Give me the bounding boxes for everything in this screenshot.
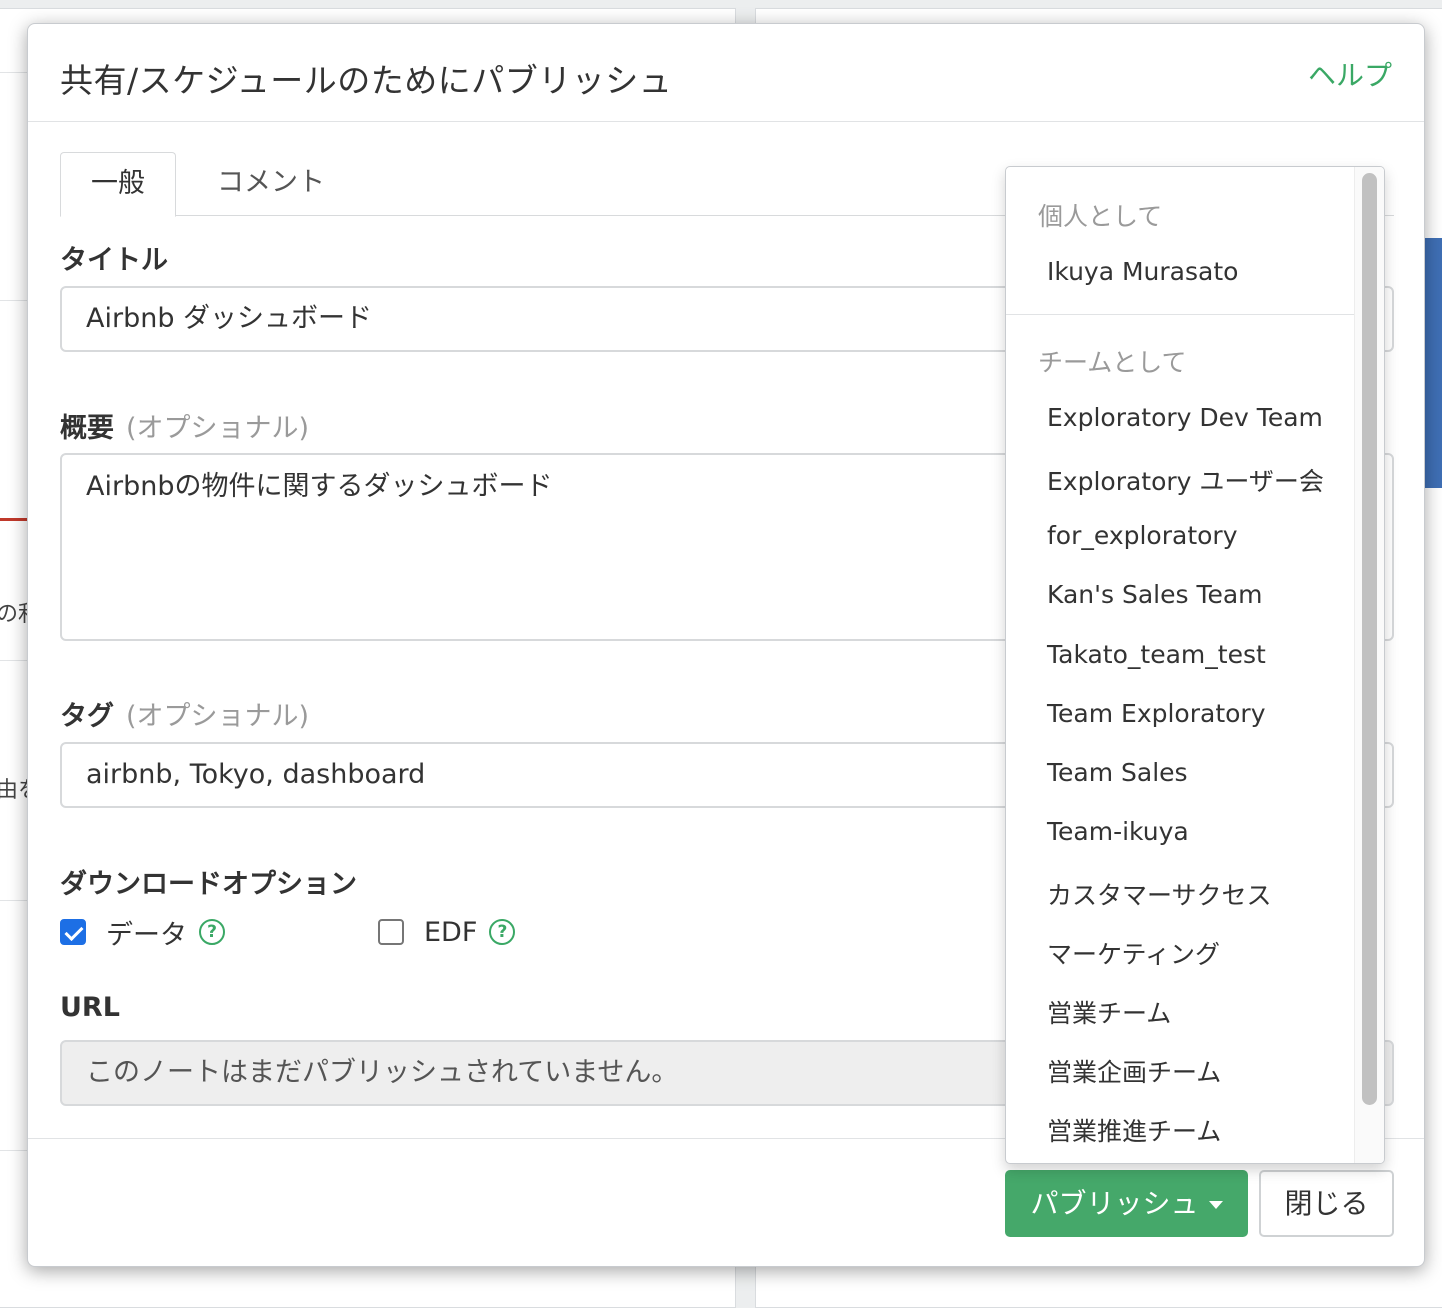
- dropdown-divider: [1006, 314, 1356, 315]
- dropdown-item-team[interactable]: 営業推進チーム: [1047, 1112, 1221, 1148]
- team-header: チームとして: [1038, 348, 1187, 377]
- help-link[interactable]: ヘルプ: [1308, 54, 1392, 94]
- dropdown-item-team[interactable]: 営業企画チーム: [1047, 1053, 1221, 1089]
- dropdown-item-team[interactable]: マーケティング: [1047, 935, 1220, 971]
- download-options: データ ? EDF ?: [60, 912, 760, 952]
- background-chart-line-red: [0, 518, 27, 521]
- publish-target-dropdown: 個人として Ikuya Murasato チームとして Exploratory …: [1005, 166, 1385, 1164]
- edf-option: EDF ?: [378, 912, 516, 952]
- tab-comment[interactable]: コメント: [187, 152, 355, 216]
- question-circle-icon[interactable]: ?: [199, 919, 225, 945]
- dropdown-item-team[interactable]: Team Sales: [1047, 758, 1188, 787]
- background-gridline: [0, 72, 27, 73]
- background-gridline: [0, 900, 27, 901]
- question-circle-icon[interactable]: ?: [489, 919, 516, 945]
- dropdown-item-team[interactable]: Team Exploratory: [1047, 699, 1266, 728]
- dropdown-item-team[interactable]: Team-ikuya: [1047, 817, 1189, 846]
- dropdown-item-team[interactable]: Exploratory Dev Team: [1047, 403, 1323, 432]
- caret-down-icon: [1208, 1201, 1223, 1209]
- tab-general[interactable]: 一般: [60, 152, 176, 217]
- summary-label-text: 概要: [60, 413, 114, 444]
- summary-optional-text: (オプショナル): [126, 413, 310, 444]
- personal-header: 個人として: [1038, 202, 1163, 231]
- tags-label: タグ (オプショナル): [60, 694, 309, 733]
- background-gridline: [0, 300, 27, 301]
- tags-label-text: タグ: [60, 701, 114, 732]
- dropdown-item-team[interactable]: Takato_team_test: [1047, 640, 1266, 669]
- dropdown-item-team[interactable]: カスタマーサクセス: [1047, 876, 1272, 912]
- edf-checkbox-label: EDF: [424, 916, 478, 948]
- dropdown-item-team[interactable]: for_exploratory: [1047, 521, 1238, 550]
- close-button[interactable]: 閉じる: [1259, 1170, 1394, 1237]
- background-gridline: [0, 660, 27, 661]
- publish-button-label: パブリッシュ: [1030, 1187, 1199, 1220]
- dropdown-scrollbar[interactable]: [1354, 167, 1384, 1163]
- data-option: データ ?: [60, 912, 225, 952]
- dropdown-item-team[interactable]: Exploratory ユーザー会: [1047, 462, 1324, 498]
- background-chart-block-blue: [1425, 238, 1442, 488]
- url-label: URL: [60, 992, 120, 1023]
- data-checkbox-label: データ: [106, 919, 187, 951]
- dropdown-item-team[interactable]: 営業チーム: [1047, 994, 1171, 1030]
- dropdown-item-personal[interactable]: Ikuya Murasato: [1047, 257, 1238, 286]
- dropdown-item-team[interactable]: Kan's Sales Team: [1047, 580, 1263, 609]
- tags-optional-text: (オプショナル): [126, 701, 310, 732]
- background-gridline: [0, 1150, 27, 1151]
- modal-header: 共有/スケジュールのためにパブリッシュ ヘルプ: [28, 24, 1424, 122]
- download-options-label: ダウンロードオプション: [60, 869, 357, 900]
- dropdown-scrollbar-thumb[interactable]: [1362, 173, 1377, 1105]
- title-label: タイトル: [60, 245, 168, 276]
- data-checkbox[interactable]: [60, 919, 86, 945]
- summary-label: 概要 (オプショナル): [60, 406, 309, 445]
- publish-button[interactable]: パブリッシュ: [1005, 1170, 1248, 1237]
- edf-checkbox[interactable]: [378, 919, 404, 945]
- modal-title: 共有/スケジュールのためにパブリッシュ: [60, 61, 673, 100]
